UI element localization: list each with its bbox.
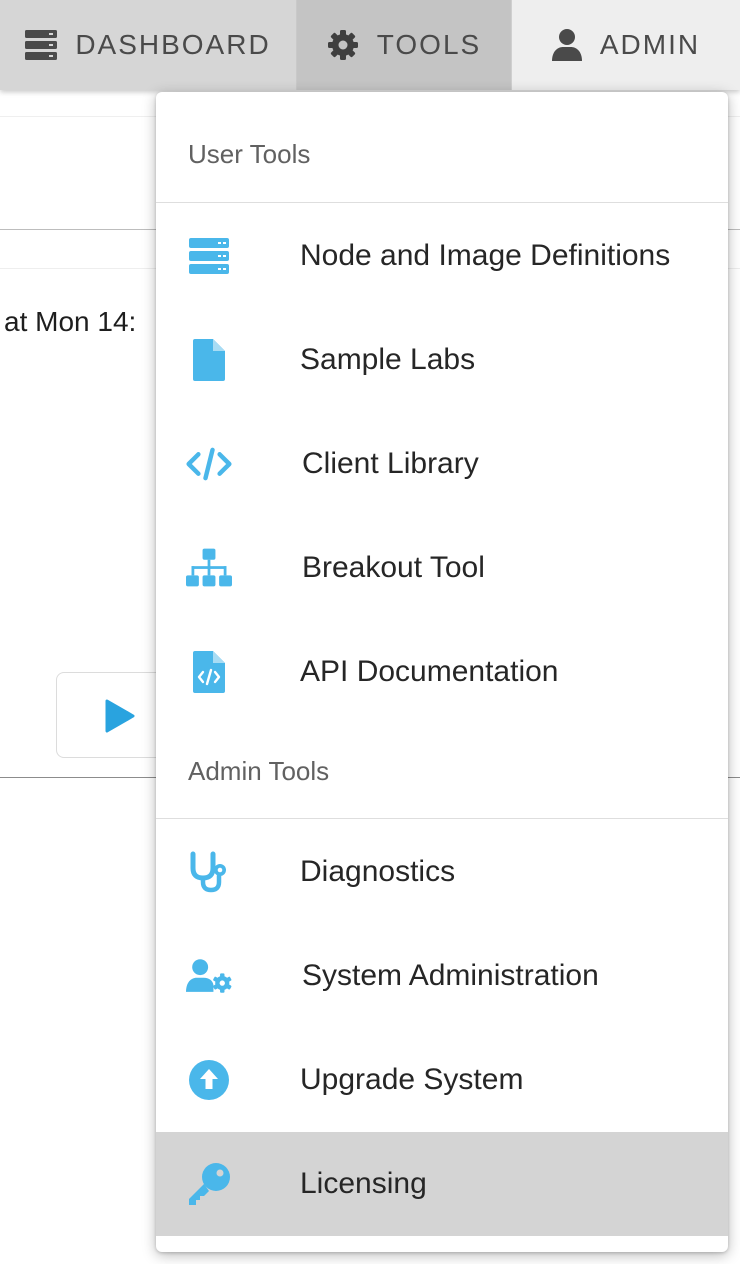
menu-item-client-library[interactable]: Client Library [156, 412, 728, 516]
menu-item-system-administration[interactable]: System Administration [156, 924, 728, 1028]
menu-item-label: Upgrade System [300, 1063, 524, 1096]
menu-item-node-image-definitions[interactable]: Node and Image Definitions [156, 204, 728, 308]
server-stack-icon [25, 30, 58, 60]
menu-item-label: Sample Labs [300, 343, 476, 376]
menu-item-sample-labs[interactable]: Sample Labs [156, 308, 728, 412]
menu-item-breakout-tool[interactable]: Breakout Tool [156, 516, 728, 620]
server-icon [186, 233, 232, 279]
user-icon [551, 29, 582, 61]
user-gear-icon [186, 953, 232, 999]
circle-arrow-up-icon [186, 1057, 232, 1103]
tools-dropdown-menu: User Tools Node and Image Definitions Sa… [156, 92, 728, 1252]
menu-item-licensing[interactable]: Licensing [156, 1132, 728, 1236]
code-icon [186, 441, 232, 487]
menu-item-upgrade-system[interactable]: Upgrade System [156, 1028, 728, 1132]
file-icon [186, 337, 232, 383]
menu-item-label: Client Library [302, 447, 479, 480]
menu-item-label: System Administration [302, 959, 599, 992]
nav-dashboard-label: DASHBOARD [75, 29, 271, 60]
nav-admin-label: ADMIN [599, 29, 701, 60]
nav-admin[interactable]: ADMIN [512, 0, 740, 90]
menu-item-label: Diagnostics [300, 855, 456, 888]
sitemap-icon [186, 545, 232, 591]
lab-card-timestamp: at Mon 14: [4, 306, 137, 337]
nav-tools-label: TOOLS [376, 29, 482, 60]
stethoscope-icon [186, 849, 232, 895]
nav-tools[interactable]: TOOLS [296, 0, 512, 90]
file-code-icon [186, 649, 232, 695]
menu-item-label: Node and Image Definitions [300, 239, 671, 272]
play-icon [105, 699, 135, 738]
menu-item-label: Breakout Tool [302, 551, 485, 584]
key-icon [186, 1161, 232, 1207]
gear-icon [327, 29, 359, 61]
menu-item-label: API Documentation [300, 655, 559, 688]
user-tools-header: User Tools [156, 92, 728, 203]
nav-dashboard[interactable]: DASHBOARD [0, 0, 296, 90]
admin-tools-header: Admin Tools [156, 724, 728, 819]
menu-item-diagnostics[interactable]: Diagnostics [156, 820, 728, 924]
top-navbar: DASHBOARD TOOLS ADMIN [0, 0, 740, 90]
menu-item-label: Licensing [300, 1167, 427, 1200]
menu-item-api-documentation[interactable]: API Documentation [156, 620, 728, 724]
